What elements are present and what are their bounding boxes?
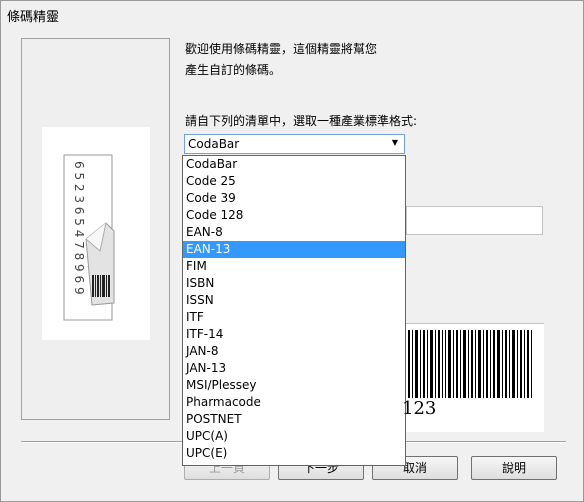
format-dropdown[interactable]: CodaBar ▼ xyxy=(184,134,405,154)
format-prompt: 請自下列的清單中，選取一種產業標準格式: xyxy=(185,114,418,128)
barcode-wizard-window: 條碼精靈 6 5 2 3 6 5 4 7 8 9 6 9 歡迎使用條碼精靈，這個… xyxy=(0,0,584,502)
barcode-illustration: 6 5 2 3 6 5 4 7 8 9 6 9 xyxy=(42,127,150,340)
format-option[interactable]: UPC(A) xyxy=(183,428,405,445)
format-option[interactable]: ISSN xyxy=(183,292,405,309)
format-option[interactable]: FIM xyxy=(183,258,405,275)
format-option[interactable]: CodaBar xyxy=(183,156,405,173)
barcode-roll-illustration: 6 5 2 3 6 5 4 7 8 9 6 9 xyxy=(63,154,115,321)
format-option[interactable]: MSI/Plessey xyxy=(183,377,405,394)
format-option[interactable]: Code 25 xyxy=(183,173,405,190)
intro-line-1: 歡迎使用條碼精靈，這個精靈將幫您 xyxy=(185,42,378,56)
illustration-panel: 6 5 2 3 6 5 4 7 8 9 6 9 xyxy=(21,38,170,420)
intro-line-2: 產生自訂的條碼。 xyxy=(185,63,282,77)
title-bar: 條碼精靈 xyxy=(1,1,583,27)
format-option[interactable]: ISBN xyxy=(183,275,405,292)
format-option[interactable]: JAN-8 xyxy=(183,343,405,360)
format-dropdown-value: CodaBar xyxy=(188,137,240,151)
format-option[interactable]: UPC(E) xyxy=(183,445,405,462)
format-option[interactable]: ITF xyxy=(183,309,405,326)
window-title: 條碼精靈 xyxy=(7,10,60,25)
help-button[interactable]: 說明 xyxy=(471,456,557,480)
chevron-down-icon[interactable]: ▼ xyxy=(392,138,398,147)
format-option[interactable]: Code 128 xyxy=(183,207,405,224)
format-option[interactable]: Pharmacode xyxy=(183,394,405,411)
format-option[interactable]: ITF-14 xyxy=(183,326,405,343)
intro-text: 歡迎使用條碼精靈，這個精靈將幫您 產生自訂的條碼。 xyxy=(185,39,435,81)
preview-digits: 123 xyxy=(402,398,437,419)
format-option[interactable]: EAN-8 xyxy=(183,224,405,241)
format-option[interactable]: EAN-13 xyxy=(183,241,405,258)
format-dropdown-list[interactable]: CodaBar Code 25 Code 39 Code 128 EAN-8 EAN-13… xyxy=(182,155,406,466)
format-option[interactable]: POSTNET xyxy=(183,411,405,428)
barcode-data-field[interactable] xyxy=(406,206,543,235)
illustration-digits: 6 5 2 3 6 5 4 7 8 9 6 9 xyxy=(72,161,86,295)
format-option[interactable]: JAN-13 xyxy=(183,360,405,377)
format-option[interactable]: Code 39 xyxy=(183,190,405,207)
